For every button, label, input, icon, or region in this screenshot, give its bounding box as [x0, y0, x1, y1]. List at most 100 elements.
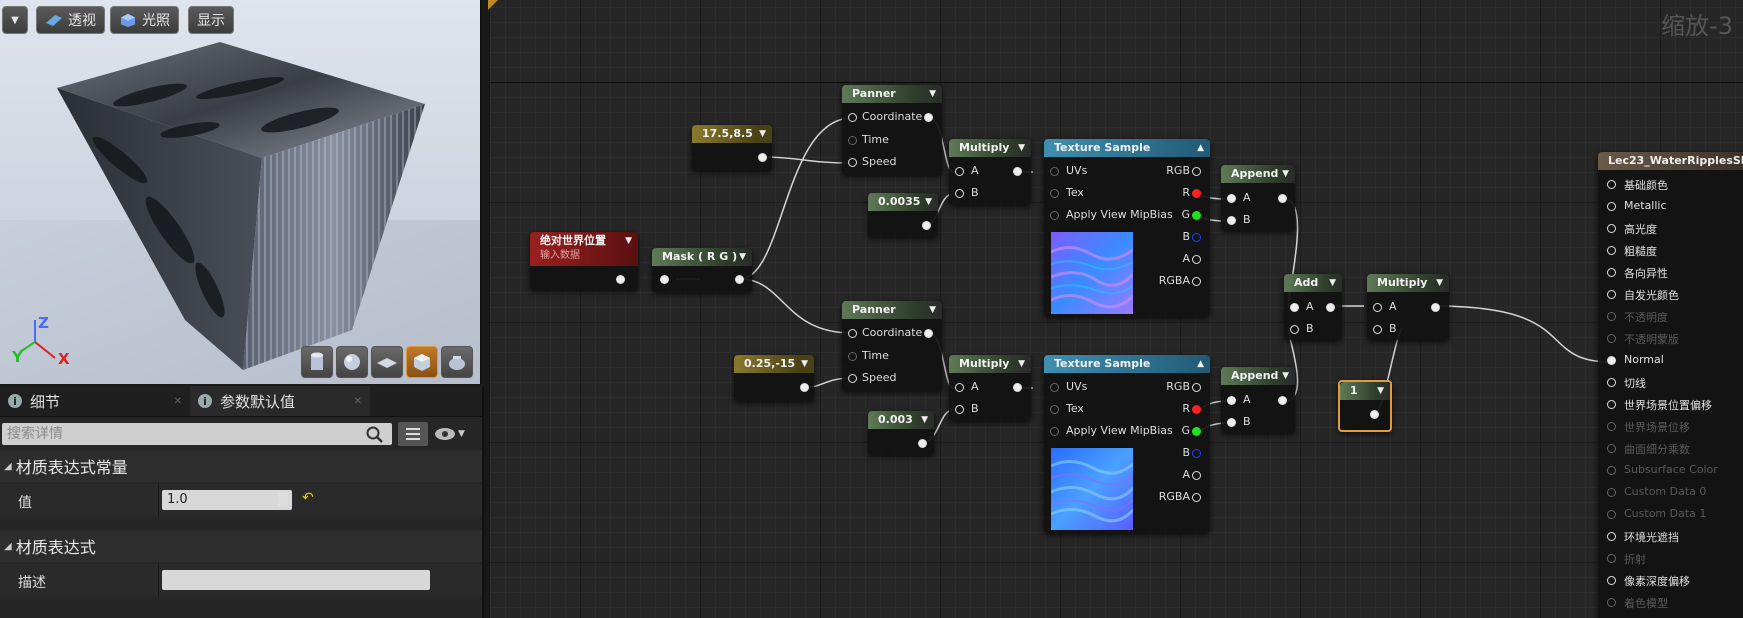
show-button[interactable]: 显示: [188, 6, 234, 34]
output-pin-rgba[interactable]: [1192, 493, 1201, 502]
value-input[interactable]: 1.0: [162, 490, 292, 510]
result-pin-row[interactable]: Normal: [1598, 352, 1743, 372]
constant2vector-node-2[interactable]: 0.25,-15 ▼: [734, 355, 814, 401]
input-pin[interactable]: [955, 167, 964, 176]
description-input[interactable]: [162, 570, 430, 590]
output-pin[interactable]: [1370, 410, 1379, 419]
output-pin[interactable]: [800, 383, 809, 392]
constant2vector-node-1[interactable]: 17.5,8.5 ▼: [692, 125, 772, 171]
tab-details[interactable]: i 细节 ✕: [0, 386, 190, 416]
multiply-node-1[interactable]: Multiply ▼ A B: [949, 139, 1031, 205]
input-pin[interactable]: [1050, 189, 1059, 198]
collapse-arrow-icon[interactable]: ▼: [625, 232, 632, 250]
add-node[interactable]: Add ▼ A B: [1284, 274, 1342, 340]
input-pin[interactable]: [1373, 325, 1382, 334]
texture-sample-node-1[interactable]: Texture Sample ▲ UVs Tex Apply View MipBi…: [1044, 139, 1210, 317]
input-pin[interactable]: [1050, 383, 1059, 392]
input-pin[interactable]: [1607, 488, 1616, 497]
input-pin[interactable]: [1607, 180, 1616, 189]
output-pin[interactable]: [758, 153, 767, 162]
result-pin-row[interactable]: 切线: [1598, 374, 1743, 394]
perspective-button[interactable]: 透视: [36, 6, 105, 34]
output-pin-blue[interactable]: [1192, 449, 1201, 458]
input-pin[interactable]: [1227, 418, 1236, 427]
result-pin-row[interactable]: 基础颜色: [1598, 176, 1743, 196]
output-pin[interactable]: [1192, 383, 1201, 392]
input-pin[interactable]: [1050, 167, 1059, 176]
result-pin-row[interactable]: Custom Data 1: [1598, 506, 1743, 526]
input-pin[interactable]: [1607, 554, 1616, 563]
input-pin[interactable]: [848, 113, 857, 122]
result-pin-row[interactable]: 高光度: [1598, 220, 1743, 240]
input-pin[interactable]: [1050, 427, 1059, 436]
output-pin[interactable]: [1278, 396, 1287, 405]
input-pin[interactable]: [1607, 598, 1616, 607]
drag-handle-icon[interactable]: [278, 492, 288, 506]
output-pin[interactable]: [1013, 383, 1022, 392]
collapse-arrow-icon[interactable]: ▼: [929, 301, 936, 319]
result-pin-row[interactable]: Custom Data 0: [1598, 484, 1743, 504]
input-pin[interactable]: [1227, 194, 1236, 203]
input-pin[interactable]: [955, 405, 964, 414]
category-material-expression-constant[interactable]: ◢ 材质表达式常量: [0, 450, 482, 482]
input-pin[interactable]: [1607, 312, 1616, 321]
result-pin-row[interactable]: 像素深度偏移: [1598, 572, 1743, 592]
collapse-arrow-icon[interactable]: ▼: [1436, 274, 1443, 292]
input-pin[interactable]: [1607, 466, 1616, 475]
input-pin[interactable]: [1050, 405, 1059, 414]
input-pin[interactable]: [1607, 290, 1616, 299]
collapse-arrow-icon[interactable]: ▼: [925, 193, 932, 211]
input-pin[interactable]: [955, 383, 964, 392]
output-pin[interactable]: [616, 275, 625, 284]
lighting-button[interactable]: 光照: [110, 6, 179, 34]
result-pin-row[interactable]: 各向异性: [1598, 264, 1743, 284]
output-pin[interactable]: [735, 275, 744, 284]
output-pin[interactable]: [1013, 167, 1022, 176]
input-pin[interactable]: [848, 158, 857, 167]
output-pin[interactable]: [918, 439, 927, 448]
input-pin[interactable]: [1607, 532, 1616, 541]
input-pin[interactable]: [848, 136, 857, 145]
world-position-node[interactable]: 绝对世界位置 输入数据 ▼: [530, 232, 638, 290]
constant-node-3-selected[interactable]: 1 ▼: [1338, 380, 1392, 432]
append-node-1[interactable]: Append ▼ A B: [1221, 165, 1295, 231]
multiply-node-3[interactable]: Multiply ▼ A B: [1367, 274, 1449, 340]
output-pin[interactable]: [1431, 303, 1440, 312]
input-pin[interactable]: [1607, 202, 1616, 211]
output-pin[interactable]: [1192, 167, 1201, 176]
output-pin-alpha[interactable]: [1192, 255, 1201, 264]
input-pin[interactable]: [1607, 268, 1616, 277]
input-pin[interactable]: [1607, 378, 1616, 387]
collapse-arrow-icon[interactable]: ▼: [1329, 274, 1336, 292]
collapse-arrow-icon[interactable]: ▼: [1018, 355, 1025, 373]
visibility-filter-button[interactable]: ▼: [434, 424, 474, 444]
panner-node-2[interactable]: Panner ▼ Coordinate Time Speed: [842, 301, 942, 391]
output-pin[interactable]: [922, 221, 931, 230]
multiply-node-2[interactable]: Multiply ▼ A B: [949, 355, 1031, 421]
category-material-expression[interactable]: ◢ 材质表达式: [0, 530, 482, 562]
input-pin[interactable]: [1607, 224, 1616, 233]
input-pin[interactable]: [848, 374, 857, 383]
result-pin-row[interactable]: 自发光颜色: [1598, 286, 1743, 306]
output-pin-rgba[interactable]: [1192, 277, 1201, 286]
output-pin[interactable]: [1326, 303, 1335, 312]
view-options-button[interactable]: [398, 422, 428, 446]
result-pin-row[interactable]: 着色模型: [1598, 594, 1743, 614]
collapse-arrow-icon[interactable]: ▼: [921, 411, 928, 429]
preview-cylinder-button[interactable]: [301, 346, 333, 378]
output-pin-green[interactable]: [1192, 427, 1201, 436]
details-search-input[interactable]: 搜索详情: [2, 423, 392, 445]
input-pin[interactable]: [1290, 303, 1299, 312]
collapse-arrow-icon[interactable]: ▲: [1197, 139, 1204, 157]
material-result-node[interactable]: Lec23_WaterRipplesShade 基础颜色 Metallic 高光度粗…: [1598, 152, 1743, 618]
preview-sphere-button[interactable]: [336, 346, 368, 378]
input-pin[interactable]: [1607, 400, 1616, 409]
viewport[interactable]: Z Y X ▼ 透视 光照 显示: [0, 0, 482, 384]
input-pin[interactable]: [1607, 510, 1616, 519]
result-pin-row[interactable]: 曲面细分乘数: [1598, 440, 1743, 460]
collapse-arrow-icon[interactable]: ▲: [1197, 355, 1204, 373]
constant-node-1[interactable]: 0.0035 ▼: [868, 193, 938, 237]
collapse-arrow-icon[interactable]: ▼: [1282, 165, 1289, 183]
constant-node-2[interactable]: 0.003 ▼: [868, 411, 934, 455]
result-pin-row[interactable]: 世界场景位置偏移: [1598, 396, 1743, 416]
